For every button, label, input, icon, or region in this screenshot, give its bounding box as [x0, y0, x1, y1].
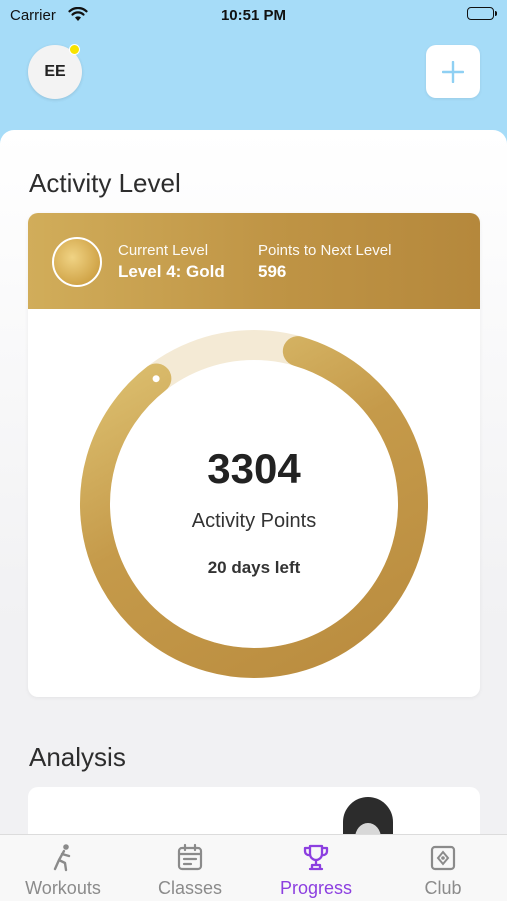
tab-classes[interactable]: Classes	[127, 835, 253, 901]
activity-level-card[interactable]: Current Level Level 4: Gold Points to Ne…	[28, 213, 480, 697]
tab-workouts-label: Workouts	[25, 878, 101, 898]
ring-start-dot	[152, 375, 160, 383]
points-next-label: Points to Next Level	[258, 242, 392, 259]
current-level-value: Level 4: Gold	[118, 262, 225, 281]
tab-bar: Workouts Classes Progress Club	[0, 834, 507, 901]
clock: 10:51 PM	[220, 7, 287, 24]
level-header: Current Level Level 4: Gold Points to Ne…	[28, 213, 480, 309]
ring-progress	[80, 330, 428, 678]
points-next-value: 596	[258, 262, 287, 281]
calendar-icon	[177, 843, 203, 871]
status-bar: Carrier 10:51 PM	[0, 0, 507, 32]
analysis-title: Analysis	[29, 742, 126, 772]
tab-workouts[interactable]: Workouts	[0, 835, 126, 901]
days-left: 20 days left	[208, 558, 301, 577]
current-level-label: Current Level	[118, 242, 209, 259]
tab-club[interactable]: Club	[380, 835, 506, 901]
activity-points-value: 3304	[207, 445, 301, 492]
club-icon	[430, 845, 456, 871]
tab-classes-label: Classes	[157, 878, 223, 898]
tab-club-label: Club	[424, 878, 462, 898]
tab-progress[interactable]: Progress	[253, 835, 379, 901]
activity-points-label: Activity Points	[192, 510, 316, 532]
notification-dot	[69, 44, 80, 55]
activity-progress-ring: 3304 Activity Points 20 days left	[80, 330, 428, 678]
runner-icon	[53, 844, 71, 872]
battery-icon	[467, 7, 497, 20]
plus-icon	[442, 60, 464, 83]
add-button[interactable]	[426, 45, 480, 98]
tab-progress-label: Progress	[279, 878, 353, 898]
trophy-icon	[303, 844, 329, 871]
avatar-initials: EE	[44, 63, 66, 80]
gold-badge-icon	[52, 237, 102, 287]
activity-level-title: Activity Level	[29, 168, 181, 198]
